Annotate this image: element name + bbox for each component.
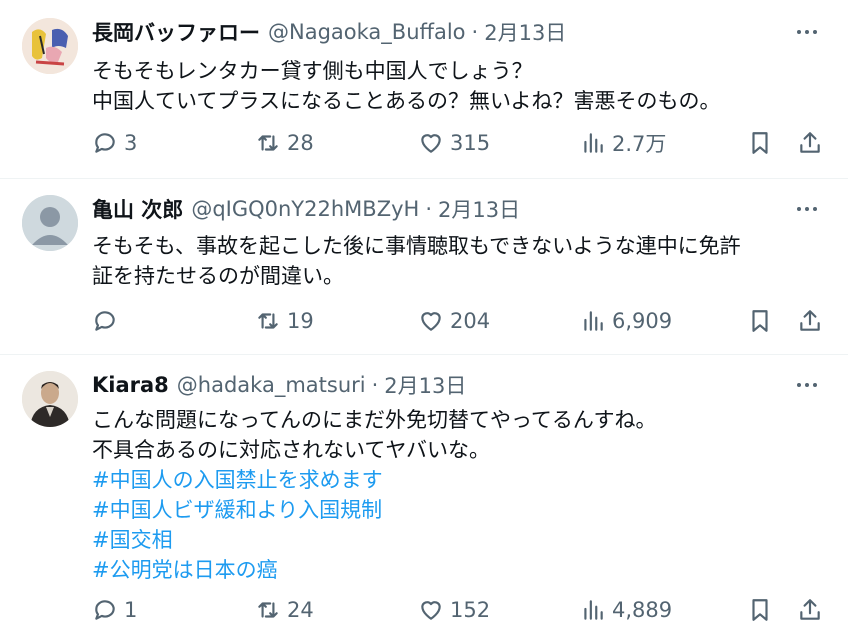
reply-button[interactable] — [92, 304, 124, 338]
bar-chart-icon — [584, 600, 603, 620]
action-bar: 1 24 152 4,889 — [0, 593, 848, 627]
view-count: 6,909 — [612, 309, 673, 333]
hashtag-link[interactable]: #中国人の入国禁止を求めます — [92, 465, 832, 495]
share-button[interactable] — [797, 304, 823, 338]
repost-arrows-icon — [258, 602, 278, 618]
reply-bubble-icon — [95, 600, 115, 620]
bar-chart-icon — [584, 311, 603, 331]
tweet-2[interactable]: 亀山 次郎 @qIGQ0nY22hMBZyH · 2月13日 そもそも、事故を起… — [0, 179, 848, 354]
display-name[interactable]: Kiara8 — [92, 373, 169, 397]
reply-bubble-icon — [95, 311, 115, 331]
avatar[interactable] — [22, 371, 78, 427]
tweet-header: 亀山 次郎 @qIGQ0nY22hMBZyH · 2月13日 — [92, 193, 520, 225]
user-handle[interactable]: @hadaka_matsuri — [177, 373, 366, 397]
share-upload-icon — [800, 132, 820, 153]
like-button[interactable]: 204 — [418, 304, 490, 338]
hashtag-link[interactable]: #国交相 — [92, 525, 832, 555]
action-bar: 3 28 315 2.7万 — [0, 126, 848, 160]
tweet-text-line: 証を持たせるのが間違い。 — [92, 264, 344, 288]
tweet-header: 長岡バッファロー @Nagaoka_Buffalo · 2月13日 — [92, 16, 566, 48]
tweet-text-line: そもそも、事故を起こした後に事情聴取もできないような連中に免許 — [92, 234, 741, 258]
heart-icon — [421, 134, 441, 153]
separator-dot: · — [471, 20, 479, 44]
tweet-1[interactable]: 長岡バッファロー @Nagaoka_Buffalo · 2月13日 そもそもレン… — [0, 0, 848, 178]
avatar-portrait — [22, 371, 78, 427]
tweet-3[interactable]: Kiara8 @hadaka_matsuri · 2月13日 こんな問題になって… — [0, 355, 848, 642]
action-bar: 19 204 6,909 — [0, 304, 848, 338]
tweet-text-line: 中国人ていてプラスになることあるの？無いよね？害悪そのもの。 — [92, 89, 721, 113]
reply-count: 1 — [124, 598, 138, 622]
more-dots-icon[interactable] — [792, 20, 822, 44]
display-name[interactable]: 長岡バッファロー — [92, 17, 260, 47]
user-handle[interactable]: @qIGQ0nY22hMBZyH — [191, 197, 419, 221]
bookmark-icon — [752, 132, 768, 154]
timestamp[interactable]: 2月13日 — [484, 17, 566, 47]
share-upload-icon — [800, 310, 820, 331]
repost-button[interactable]: 19 — [255, 304, 314, 338]
more-dots-icon[interactable] — [792, 197, 822, 221]
reply-button[interactable]: 3 — [92, 126, 137, 160]
avatar[interactable] — [22, 18, 78, 74]
more-dots-icon[interactable] — [792, 373, 822, 397]
views-button[interactable]: 6,909 — [580, 304, 672, 338]
tweet-text: そもそも、事故を起こした後に事情聴取もできないような連中に免許 証を持たせるのが… — [92, 231, 832, 291]
repost-arrows-icon — [258, 135, 278, 151]
like-button[interactable]: 152 — [418, 593, 490, 627]
user-handle[interactable]: @Nagaoka_Buffalo — [268, 20, 466, 44]
share-button[interactable] — [797, 593, 823, 627]
share-upload-icon — [800, 599, 820, 620]
avatar[interactable] — [22, 195, 78, 251]
repost-arrows-icon — [258, 313, 278, 329]
tweet-text-line: そもそもレンタカー貸す側も中国人でしょう？ — [92, 59, 533, 83]
bookmark-icon — [752, 599, 768, 621]
reply-bubble-icon — [95, 133, 115, 153]
hashtag-link[interactable]: #公明党は日本の癌 — [92, 555, 832, 585]
tweet-text-line: 不具合あるのに対応されないてヤバいな。 — [92, 438, 490, 462]
share-button[interactable] — [797, 126, 823, 160]
bookmark-button[interactable] — [747, 304, 773, 338]
timestamp[interactable]: 2月13日 — [384, 370, 466, 400]
heart-icon — [421, 312, 441, 331]
separator-dot: · — [371, 373, 379, 397]
tweet-header: Kiara8 @hadaka_matsuri · 2月13日 — [92, 369, 466, 401]
tweet-text: こんな問題になってんのにまだ外免切替てやってるんすね。 不具合あるのに対応されな… — [92, 405, 832, 585]
like-count: 152 — [450, 598, 491, 622]
repost-button[interactable]: 28 — [255, 126, 314, 160]
repost-button[interactable]: 24 — [255, 593, 314, 627]
view-count: 4,889 — [612, 598, 673, 622]
like-count: 315 — [450, 131, 491, 155]
view-count: 2.7万 — [612, 132, 667, 156]
bookmark-button[interactable] — [747, 126, 773, 160]
tweet-text: そもそもレンタカー貸す側も中国人でしょう？ 中国人ていてプラスになることあるの？… — [92, 56, 832, 116]
repost-count: 24 — [287, 598, 314, 622]
reply-button[interactable]: 1 — [92, 593, 137, 627]
like-button[interactable]: 315 — [418, 126, 490, 160]
bookmark-button[interactable] — [747, 593, 773, 627]
heart-icon — [421, 601, 441, 620]
bookmark-icon — [752, 310, 768, 332]
default-avatar-icon — [22, 195, 78, 251]
repost-count: 19 — [287, 309, 314, 333]
reply-count: 3 — [124, 131, 138, 155]
views-button[interactable]: 2.7万 — [580, 126, 666, 160]
separator-dot: · — [425, 197, 432, 221]
like-count: 204 — [450, 309, 491, 333]
hashtag-link[interactable]: #中国人ビザ緩和より入国規制 — [92, 495, 832, 525]
views-button[interactable]: 4,889 — [580, 593, 672, 627]
display-name[interactable]: 亀山 次郎 — [92, 194, 183, 224]
timestamp[interactable]: 2月13日 — [438, 194, 520, 224]
repost-count: 28 — [287, 131, 314, 155]
avatar-illustration — [22, 18, 78, 74]
bar-chart-icon — [584, 133, 603, 153]
tweet-text-line: こんな問題になってんのにまだ外免切替てやってるんすね。 — [92, 408, 657, 432]
